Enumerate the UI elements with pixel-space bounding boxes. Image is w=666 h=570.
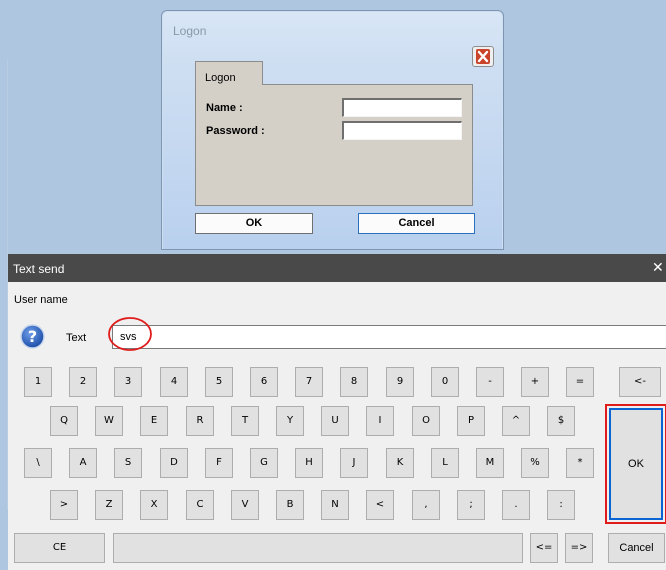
key-button[interactable]: 7	[295, 367, 323, 397]
key-button[interactable]: 6	[250, 367, 278, 397]
key-button[interactable]: E	[140, 406, 168, 436]
question-icon: ?	[20, 324, 45, 349]
key-button[interactable]: U	[321, 406, 349, 436]
key-button[interactable]: W	[95, 406, 123, 436]
space-bar[interactable]	[113, 533, 523, 563]
name-input[interactable]	[342, 98, 462, 117]
key-button[interactable]: P	[457, 406, 485, 436]
ok-highlight-box: OK	[605, 404, 666, 524]
tab-logon[interactable]: Logon	[195, 61, 263, 85]
cursor-right-button[interactable]: =>	[565, 533, 593, 563]
key-button[interactable]: ^	[502, 406, 530, 436]
key-button[interactable]: A	[69, 448, 97, 478]
key-button[interactable]: ,	[412, 490, 440, 520]
key-button[interactable]: 8	[340, 367, 368, 397]
text-label: Text	[66, 332, 87, 344]
logon-window: Logon Logon Name : Password : OK Cancel	[161, 10, 504, 250]
key-button[interactable]: $	[547, 406, 575, 436]
key-button[interactable]: K	[386, 448, 414, 478]
close-icon	[476, 49, 490, 64]
ok-button[interactable]: OK	[609, 408, 663, 520]
key-button[interactable]: H	[295, 448, 323, 478]
logon-close-button[interactable]	[472, 46, 494, 67]
key-button[interactable]: 2	[69, 367, 97, 397]
key-button[interactable]: 4	[160, 367, 188, 397]
key-button[interactable]: <-	[619, 367, 661, 397]
key-button[interactable]: O	[412, 406, 440, 436]
key-button[interactable]: Z	[95, 490, 123, 520]
key-button[interactable]: S	[114, 448, 142, 478]
key-button[interactable]: T	[231, 406, 259, 436]
text-send-title: Text send	[13, 262, 65, 276]
key-button[interactable]: C	[186, 490, 214, 520]
key-button[interactable]: N	[321, 490, 349, 520]
key-button[interactable]: *	[566, 448, 594, 478]
key-button[interactable]: X	[140, 490, 168, 520]
key-button[interactable]: ;	[457, 490, 485, 520]
key-button[interactable]: 5	[205, 367, 233, 397]
key-button[interactable]: \	[24, 448, 52, 478]
close-icon[interactable]: ✕	[652, 259, 664, 276]
logon-cancel-button[interactable]: Cancel	[358, 213, 475, 234]
svg-text:?: ?	[28, 327, 37, 346]
key-button[interactable]: G	[250, 448, 278, 478]
key-button[interactable]: Q	[50, 406, 78, 436]
key-button[interactable]: V	[231, 490, 259, 520]
text-send-titlebar: Text send ✕	[8, 254, 666, 282]
logon-tab-panel: Name : Password :	[195, 84, 473, 206]
key-button[interactable]: Y	[276, 406, 304, 436]
password-label: Password :	[206, 125, 265, 137]
key-button[interactable]: 9	[386, 367, 414, 397]
key-button[interactable]: 1	[24, 367, 52, 397]
logon-ok-button[interactable]: OK	[195, 213, 313, 234]
key-button[interactable]: M	[476, 448, 504, 478]
password-input[interactable]	[342, 121, 462, 140]
key-button[interactable]: R	[186, 406, 214, 436]
key-button[interactable]: L	[431, 448, 459, 478]
key-button[interactable]: 3	[114, 367, 142, 397]
key-button[interactable]: .	[502, 490, 530, 520]
key-button[interactable]: J	[340, 448, 368, 478]
key-button[interactable]: :	[547, 490, 575, 520]
key-button[interactable]: +	[521, 367, 549, 397]
user-name-label: User name	[14, 294, 68, 306]
logon-window-title: Logon	[173, 24, 207, 38]
name-label: Name :	[206, 102, 243, 114]
ce-button[interactable]: CE	[14, 533, 105, 563]
key-button[interactable]: %	[521, 448, 549, 478]
key-button[interactable]: 0	[431, 367, 459, 397]
key-button[interactable]: -	[476, 367, 504, 397]
key-button[interactable]: <	[366, 490, 394, 520]
key-button[interactable]: B	[276, 490, 304, 520]
key-button[interactable]: F	[205, 448, 233, 478]
text-send-window: Text send ✕ User name ? Text svs 1234567…	[8, 254, 666, 570]
highlight-ellipse	[108, 317, 152, 351]
cancel-button[interactable]: Cancel	[608, 533, 665, 563]
text-input[interactable]: svs	[112, 325, 666, 349]
key-button[interactable]: =	[566, 367, 594, 397]
key-button[interactable]: D	[160, 448, 188, 478]
key-button[interactable]: I	[366, 406, 394, 436]
key-button[interactable]: >	[50, 490, 78, 520]
cursor-left-button[interactable]: <=	[530, 533, 558, 563]
